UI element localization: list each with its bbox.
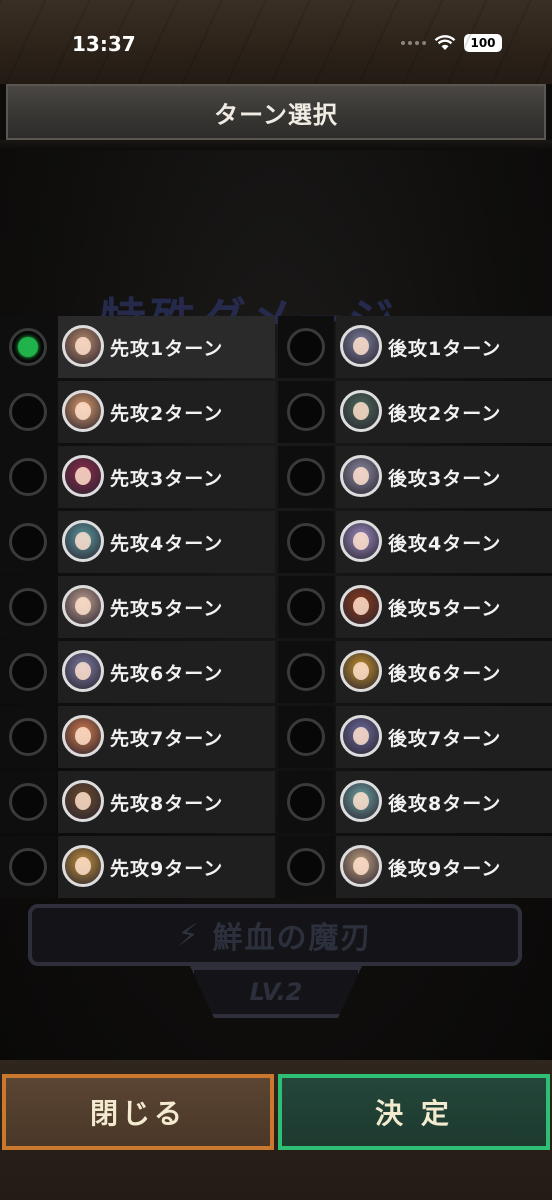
turn-label: 先攻2ターン [110, 403, 224, 425]
radio-button[interactable] [9, 523, 47, 561]
title-shadow [0, 140, 552, 150]
turn-label: 後攻8ターン [388, 793, 502, 815]
turn-option-second-4[interactable]: 後攻4ターン [278, 511, 552, 573]
turn-option-second-7[interactable]: 後攻7ターン [278, 706, 552, 768]
battery-indicator: 100 [464, 34, 502, 52]
signal-icon [401, 41, 426, 45]
turn-option-second-3[interactable]: 後攻3ターン [278, 446, 552, 508]
turn-option-first-6[interactable]: 先攻6ターン [0, 641, 275, 703]
character-avatar-icon [62, 325, 104, 367]
turn-label: 後攻7ターン [388, 728, 502, 750]
turn-row: 先攻6ターン 後攻6ターン [0, 641, 552, 706]
character-avatar-icon [340, 650, 382, 692]
character-avatar-icon [62, 390, 104, 432]
turn-option-list: 先攻1ターン 後攻1ターン先攻2ターン 後攻2ターン先攻3ターン 後攻3ターン先攻4タ… [0, 316, 552, 901]
turn-label: 後攻6ターン [388, 663, 502, 685]
character-avatar-icon [340, 585, 382, 627]
turn-row: 先攻9ターン 後攻9ターン [0, 836, 552, 901]
background-skill-name: 鮮血の魔刃 [212, 921, 373, 956]
turn-option-first-9[interactable]: 先攻9ターン [0, 836, 275, 898]
turn-label: 先攻3ターン [110, 468, 224, 490]
radio-button[interactable] [287, 718, 325, 756]
turn-option-second-1[interactable]: 後攻1ターン [278, 316, 552, 378]
turn-label: 後攻3ターン [388, 468, 502, 490]
radio-button[interactable] [9, 588, 47, 626]
background-skill-panel: ⚡ 鮮血の魔刃 [28, 904, 522, 966]
turn-label: 先攻5ターン [110, 598, 224, 620]
turn-label: 先攻6ターン [110, 663, 224, 685]
character-avatar-icon [62, 780, 104, 822]
turn-row: 先攻1ターン 後攻1ターン [0, 316, 552, 381]
turn-row: 先攻8ターン 後攻8ターン [0, 771, 552, 836]
turn-row: 先攻3ターン 後攻3ターン [0, 446, 552, 511]
close-button[interactable]: 閉じる [2, 1074, 274, 1150]
status-time: 13:37 [72, 32, 136, 56]
character-avatar-icon [62, 520, 104, 562]
turn-option-second-8[interactable]: 後攻8ターン [278, 771, 552, 833]
radio-button[interactable] [9, 718, 47, 756]
radio-button[interactable] [287, 458, 325, 496]
turn-label: 後攻1ターン [388, 338, 502, 360]
character-avatar-icon [340, 715, 382, 757]
radio-button[interactable] [9, 653, 47, 691]
character-avatar-icon [62, 455, 104, 497]
title-bar: ターン選択 [6, 84, 546, 140]
character-avatar-icon [340, 845, 382, 887]
character-avatar-icon [62, 650, 104, 692]
turn-option-first-1[interactable]: 先攻1ターン [0, 316, 275, 378]
turn-option-second-5[interactable]: 後攻5ターン [278, 576, 552, 638]
turn-label: 先攻9ターン [110, 858, 224, 880]
radio-button[interactable] [9, 393, 47, 431]
character-avatar-icon [62, 845, 104, 887]
character-avatar-icon [340, 455, 382, 497]
turn-label: 先攻8ターン [110, 793, 224, 815]
character-avatar-icon [62, 585, 104, 627]
lightning-icon: ⚡ [177, 917, 199, 953]
radio-button[interactable] [287, 783, 325, 821]
turn-option-first-4[interactable]: 先攻4ターン [0, 511, 275, 573]
turn-option-first-7[interactable]: 先攻7ターン [0, 706, 275, 768]
turn-option-first-3[interactable]: 先攻3ターン [0, 446, 275, 508]
turn-option-first-8[interactable]: 先攻8ターン [0, 771, 275, 833]
turn-row: 先攻5ターン 後攻5ターン [0, 576, 552, 641]
radio-button[interactable] [287, 653, 325, 691]
radio-button[interactable] [9, 458, 47, 496]
confirm-button[interactable]: 決 定 [278, 1074, 550, 1150]
status-icons: 100 [401, 34, 502, 52]
turn-row: 先攻2ターン 後攻2ターン [0, 381, 552, 446]
radio-button[interactable] [287, 328, 325, 366]
turn-option-second-2[interactable]: 後攻2ターン [278, 381, 552, 443]
page-title: ターン選択 [214, 100, 338, 129]
radio-button[interactable] [9, 848, 47, 886]
turn-label: 後攻9ターン [388, 858, 502, 880]
turn-label: 後攻2ターン [388, 403, 502, 425]
radio-button[interactable] [9, 783, 47, 821]
character-avatar-icon [340, 520, 382, 562]
turn-label: 先攻1ターン [110, 338, 224, 360]
character-avatar-icon [340, 780, 382, 822]
turn-row: 先攻7ターン 後攻7ターン [0, 706, 552, 771]
turn-option-first-5[interactable]: 先攻5ターン [0, 576, 275, 638]
turn-label: 先攻4ターン [110, 533, 224, 555]
turn-option-first-2[interactable]: 先攻2ターン [0, 381, 275, 443]
top-bar: 13:37 100 [0, 0, 552, 84]
radio-button[interactable] [287, 588, 325, 626]
turn-option-second-9[interactable]: 後攻9ターン [278, 836, 552, 898]
radio-button[interactable] [287, 848, 325, 886]
character-avatar-icon [340, 390, 382, 432]
turn-option-second-6[interactable]: 後攻6ターン [278, 641, 552, 703]
background-level-badge: LV.2 [190, 966, 362, 1018]
turn-label: 後攻4ターン [388, 533, 502, 555]
character-avatar-icon [340, 325, 382, 367]
character-avatar-icon [62, 715, 104, 757]
wifi-icon [434, 35, 456, 50]
radio-button[interactable] [287, 523, 325, 561]
turn-label: 先攻7ターン [110, 728, 224, 750]
turn-label: 後攻5ターン [388, 598, 502, 620]
radio-button[interactable] [287, 393, 325, 431]
radio-button[interactable] [9, 328, 47, 366]
turn-row: 先攻4ターン 後攻4ターン [0, 511, 552, 576]
